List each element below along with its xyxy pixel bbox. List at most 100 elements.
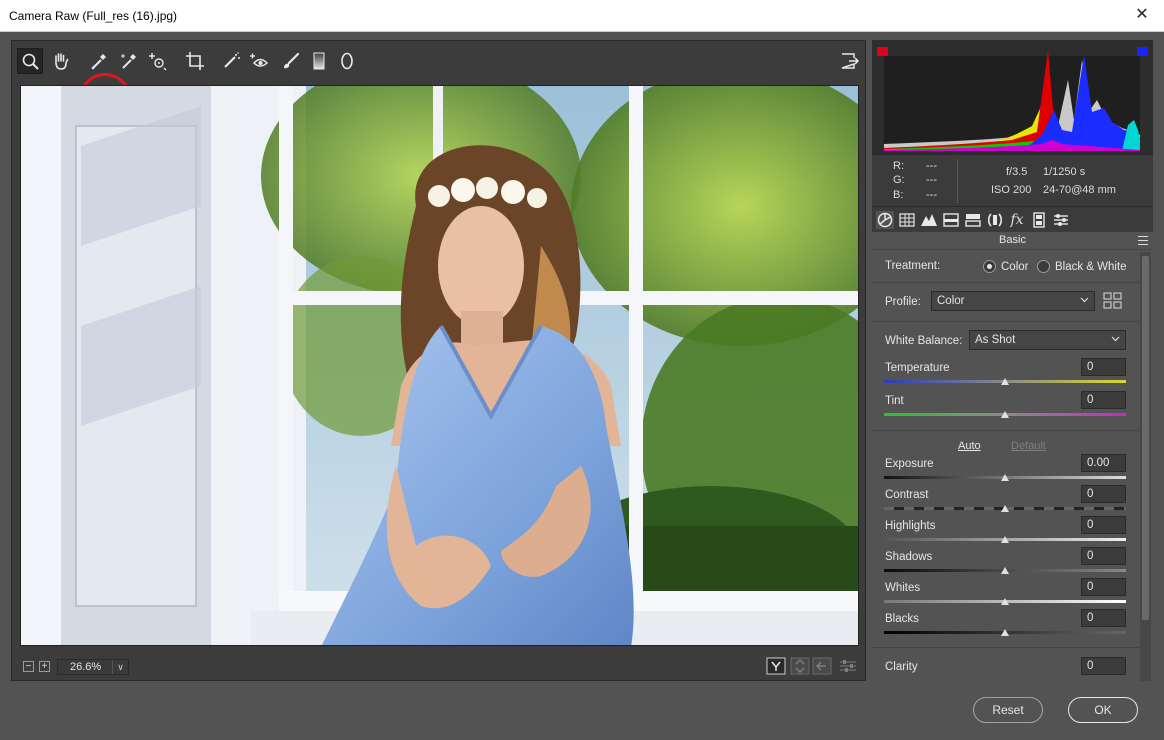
clarity-label: Clarity <box>885 661 918 673</box>
photo-preview[interactable] <box>20 85 859 646</box>
shadow-clipping-warning-icon[interactable] <box>875 44 890 57</box>
ok-button[interactable]: OK <box>1068 697 1138 723</box>
window-title: Camera Raw (Full_res (16).jpg) <box>9 9 178 23</box>
exposure-value: 0.00 <box>1087 457 1110 469</box>
treatment-color-radio[interactable] <box>983 260 996 273</box>
divider <box>872 321 1140 322</box>
shadows-value-field[interactable]: 0 <box>1081 547 1126 565</box>
panel-title: Basic <box>872 232 1153 250</box>
divider <box>872 282 1140 283</box>
before-after-toggle-icon[interactable] <box>766 657 786 675</box>
copy-settings-icon[interactable] <box>812 657 832 675</box>
highlights-slider-thumb[interactable] <box>1001 536 1009 543</box>
treatment-color-label: Color <box>1001 261 1029 273</box>
white-balance-tool-icon[interactable] <box>86 48 112 74</box>
profile-label: Profile: <box>885 296 921 308</box>
close-icon[interactable]: ✕ <box>1120 0 1164 32</box>
auto-link[interactable]: Auto <box>958 440 981 452</box>
tab-split-toning-icon[interactable] <box>964 211 982 229</box>
tab-tone-curve-icon[interactable] <box>898 211 916 229</box>
tab-effects-icon[interactable]: fx <box>1008 211 1026 229</box>
panel-tabs: fx <box>872 206 1153 232</box>
fullscreen-toggle-icon[interactable] <box>836 48 862 74</box>
zoom-out-button[interactable]: − <box>23 661 34 672</box>
whites-label: Whites <box>885 582 921 594</box>
highlight-clipping-warning-icon[interactable] <box>1135 44 1150 57</box>
tab-lens-corrections-icon[interactable] <box>986 211 1004 229</box>
highlights-value-field[interactable]: 0 <box>1081 516 1126 534</box>
highlights-value: 0 <box>1087 519 1094 531</box>
profile-browser-icon[interactable] <box>1103 292 1123 310</box>
exposure-value-field[interactable]: 0.00 <box>1081 454 1126 472</box>
zoom-level-value: 26.6% <box>70 661 102 673</box>
targeted-adjustment-tool-icon[interactable] <box>144 48 170 74</box>
white-balance-dropdown[interactable]: As Shot <box>969 330 1126 350</box>
highlights-label: Highlights <box>885 520 936 532</box>
shutter-speed: 1/1250 s <box>1043 166 1086 178</box>
treatment-label: Treatment: <box>885 260 941 272</box>
temperature-label: Temperature <box>885 362 950 374</box>
treatment-bw-label: Black & White <box>1055 261 1127 273</box>
tint-label: Tint <box>885 395 904 407</box>
hand-tool-icon[interactable] <box>48 48 74 74</box>
tab-detail-icon[interactable] <box>920 211 938 229</box>
blacks-label: Blacks <box>885 613 919 625</box>
blacks-slider-thumb[interactable] <box>1001 629 1009 636</box>
info-separator <box>957 159 958 203</box>
panel-scrollbar[interactable] <box>1140 252 1151 681</box>
lens: 24-70@48 mm <box>1043 184 1116 196</box>
color-sampler-tool-icon[interactable] <box>116 48 142 74</box>
iso: ISO 200 <box>991 184 1032 196</box>
shadows-slider-thumb[interactable] <box>1001 567 1009 574</box>
exposure-slider-thumb[interactable] <box>1001 474 1009 481</box>
zoom-tool-icon[interactable] <box>17 48 43 74</box>
whites-slider-thumb[interactable] <box>1001 598 1009 605</box>
default-link[interactable]: Default <box>1011 440 1046 452</box>
red-eye-tool-icon[interactable] <box>246 48 272 74</box>
temperature-value: 0 <box>1087 361 1094 373</box>
tab-presets-icon[interactable] <box>1052 211 1070 229</box>
preview-settings-icon[interactable] <box>838 657 858 675</box>
tint-slider-thumb[interactable] <box>1001 411 1009 418</box>
clarity-value: 0 <box>1087 660 1094 672</box>
contrast-label: Contrast <box>885 489 929 501</box>
zoom-in-button[interactable]: + <box>39 661 50 672</box>
panel-scrollbar-thumb[interactable] <box>1142 256 1149 620</box>
preview-bottom-bar: − + 26.6% ∨ <box>12 654 865 680</box>
crop-tool-icon[interactable] <box>182 48 208 74</box>
tab-basic-icon[interactable] <box>876 211 894 229</box>
tab-camera-calibration-icon[interactable] <box>1030 211 1048 229</box>
divider <box>872 647 1140 648</box>
spot-removal-tool-icon[interactable] <box>218 48 244 74</box>
blacks-value: 0 <box>1087 612 1094 624</box>
radial-filter-icon[interactable] <box>334 48 360 74</box>
divider <box>872 430 1140 431</box>
chevron-down-icon <box>1080 297 1089 303</box>
temperature-slider-thumb[interactable] <box>1001 378 1009 385</box>
blacks-value-field[interactable]: 0 <box>1081 609 1126 627</box>
contrast-value-field[interactable]: 0 <box>1081 485 1126 503</box>
whites-value: 0 <box>1087 581 1094 593</box>
tab-hsl-icon[interactable] <box>942 211 960 229</box>
white-balance-label: White Balance: <box>885 335 963 347</box>
graduated-filter-icon[interactable] <box>306 48 332 74</box>
r-value: --- <box>926 160 937 172</box>
camera-raw-window: Camera Raw (Full_res (16).jpg) ✕ − + 26.… <box>0 0 1164 740</box>
g-value: --- <box>926 174 937 186</box>
treatment-bw-radio[interactable] <box>1037 260 1050 273</box>
panel-menu-icon[interactable] <box>1138 236 1148 245</box>
title-bar: Camera Raw (Full_res (16).jpg) ✕ <box>0 0 1164 32</box>
contrast-slider-thumb[interactable] <box>1001 505 1009 512</box>
contrast-value: 0 <box>1087 488 1094 500</box>
tint-value-field[interactable]: 0 <box>1081 391 1126 409</box>
reset-button[interactable]: Reset <box>973 697 1043 723</box>
zoom-level-dropdown[interactable]: 26.6% ∨ <box>57 659 129 675</box>
profile-dropdown[interactable]: Color <box>931 291 1095 311</box>
white-balance-value: As Shot <box>975 334 1016 346</box>
swap-settings-icon[interactable] <box>790 657 810 675</box>
temperature-value-field[interactable]: 0 <box>1081 358 1126 376</box>
r-label: R: <box>893 160 904 172</box>
whites-value-field[interactable]: 0 <box>1081 578 1126 596</box>
adjustment-brush-icon[interactable] <box>278 48 304 74</box>
clarity-value-field[interactable]: 0 <box>1081 657 1126 675</box>
